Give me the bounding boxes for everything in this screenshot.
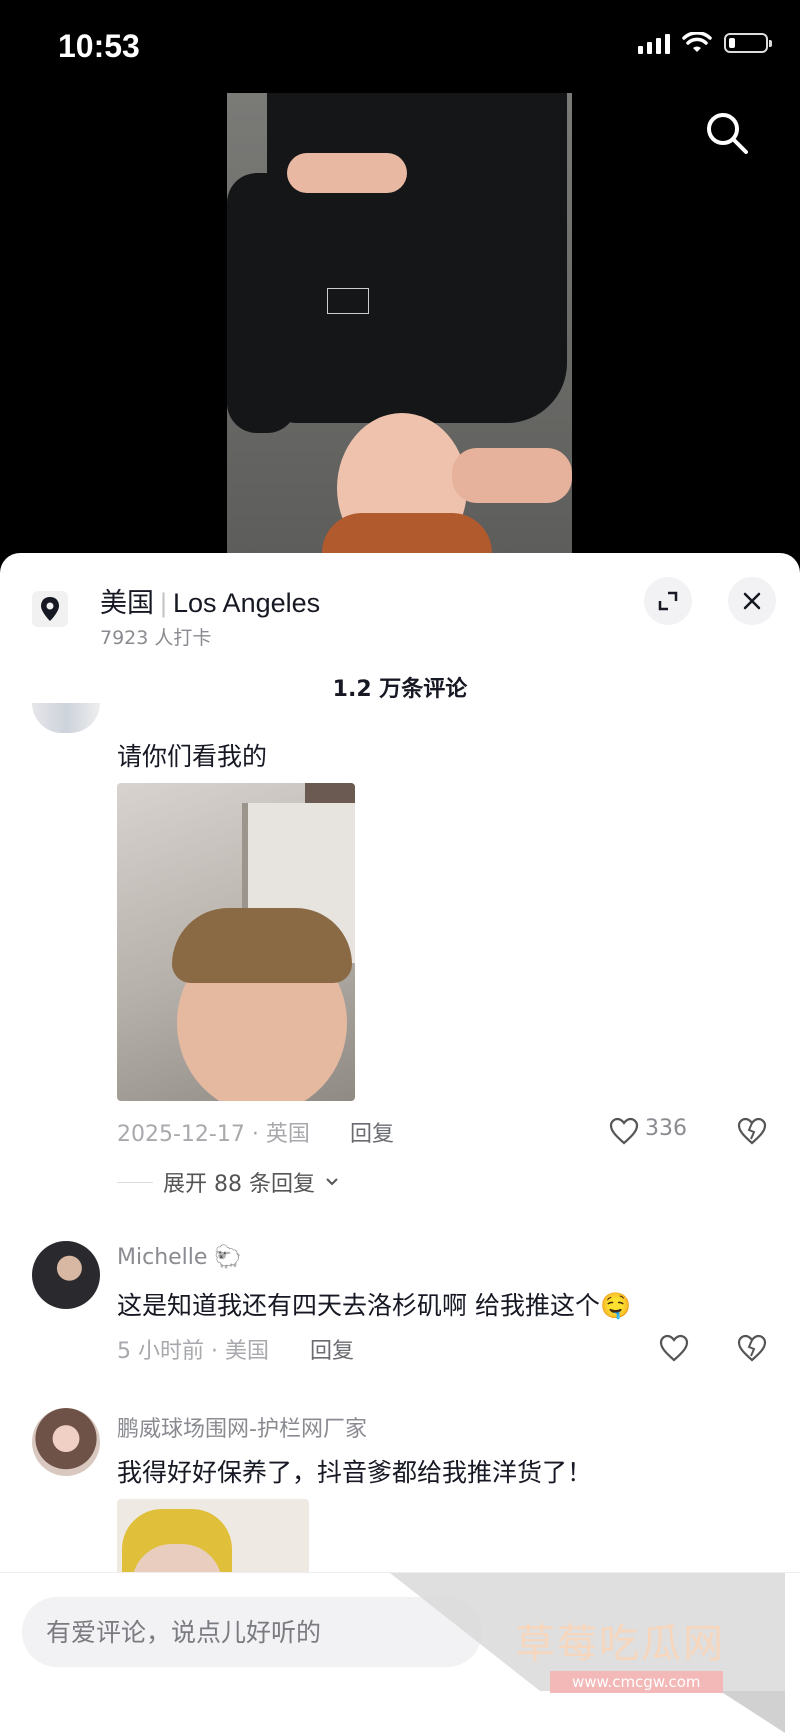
status-time: 10:53 — [58, 28, 140, 64]
dislike-broken-heart-icon[interactable] — [736, 1333, 768, 1363]
comment-image[interactable] — [117, 1499, 309, 1579]
reply-button[interactable]: 回复 — [310, 1333, 354, 1365]
comment-input-bar: 草莓吃瓜网 www.cmcgw.com — [0, 1572, 800, 1733]
location-title[interactable]: 美国 | Los Angeles — [100, 581, 320, 620]
watermark-title: 草莓吃瓜网 — [515, 1621, 725, 1667]
avatar[interactable] — [32, 1241, 100, 1309]
location-pin-icon — [32, 591, 68, 627]
comment-text: 这是知道我还有四天去洛杉矶啊 给我推这个🤤 — [117, 1291, 632, 1320]
comment-image[interactable] — [117, 783, 355, 1101]
avatar[interactable] — [32, 1408, 100, 1476]
status-icons — [638, 32, 772, 54]
battery-icon — [724, 33, 772, 53]
comment-meta: 5 小时前 · 美国 — [117, 1339, 269, 1364]
video-player[interactable] — [227, 93, 572, 553]
comments-sheet: 美国 | Los Angeles 7923 人打卡 1.2 万条评论 请你们看我的 … — [0, 553, 800, 1733]
like-count: 336 — [645, 1116, 687, 1141]
status-bar: 10:53 — [0, 0, 800, 96]
commenter-name[interactable]: Michelle 🐑 — [117, 1245, 242, 1270]
watermark-url: www.cmcgw.com — [550, 1671, 723, 1693]
wifi-icon — [682, 32, 712, 52]
cellular-signal-icon — [638, 32, 670, 54]
expand-replies-button[interactable]: 展开 88 条回复 — [117, 1166, 339, 1198]
close-icon — [743, 592, 761, 610]
search-icon[interactable] — [704, 110, 750, 156]
location-city: Los Angeles — [173, 588, 321, 618]
comment-text: 我得好好保养了，抖音爹都给我推洋货了！ — [117, 1458, 593, 1487]
commenter-name[interactable]: 鹏威球场围网-护栏网厂家 — [117, 1411, 367, 1443]
location-country: 美国 — [100, 588, 154, 618]
comment-count: 1.2 万条评论 — [332, 677, 468, 702]
expand-replies-label: 展开 88 条回复 — [163, 1172, 315, 1197]
expand-icon — [658, 591, 678, 611]
close-button[interactable] — [728, 577, 776, 625]
chevron-down-icon — [326, 1178, 338, 1186]
like-heart-icon[interactable] — [658, 1333, 690, 1363]
expand-button[interactable] — [644, 577, 692, 625]
avatar[interactable] — [32, 703, 100, 733]
watermark: 草莓吃瓜网 www.cmcgw.com — [390, 1573, 800, 1733]
like-heart-icon[interactable] — [608, 1116, 640, 1146]
dislike-broken-heart-icon[interactable] — [736, 1116, 768, 1146]
location-checkins: 7923 人打卡 — [100, 627, 212, 649]
divider — [117, 1181, 153, 1183]
comment-meta: 2025-12-17 · 英国 — [117, 1122, 310, 1147]
comment-text: 请你们看我的 — [117, 742, 268, 771]
reply-button[interactable]: 回复 — [350, 1116, 394, 1148]
